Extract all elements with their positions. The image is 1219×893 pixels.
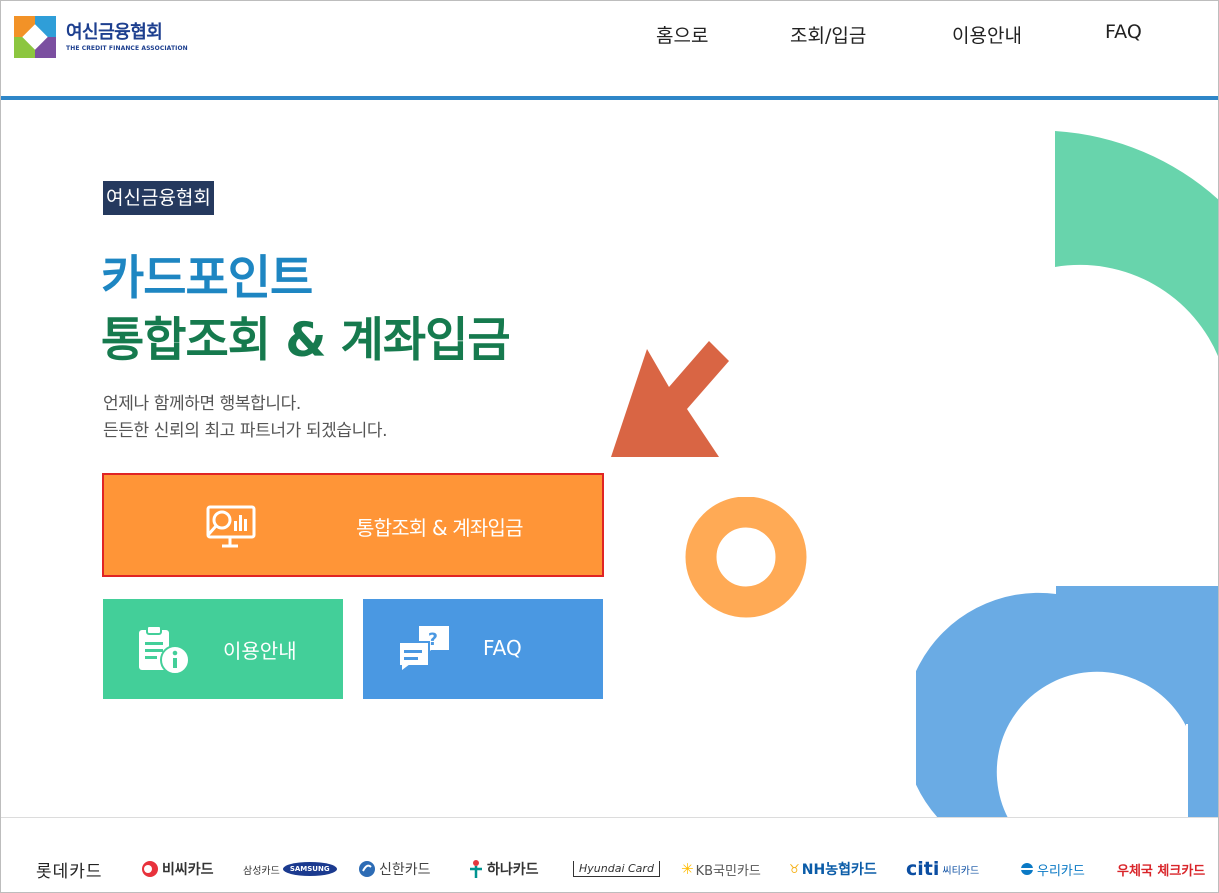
arrow-icon xyxy=(611,341,729,457)
partner-woori[interactable]: 우리카드 xyxy=(1020,849,1085,889)
woori-logo-icon xyxy=(1021,863,1033,875)
partner-shinhan[interactable]: 신한카드 xyxy=(358,849,431,889)
chat-question-icon: ? xyxy=(398,626,449,674)
hana-logo-icon xyxy=(470,860,482,878)
faq-label: FAQ xyxy=(483,636,522,660)
green-quarter-ring xyxy=(1055,131,1218,357)
partner-logos: 롯데카드 비씨카드 삼성카드 SAMSUNG 신한카드 하나카드 Hyundai… xyxy=(1,849,1218,889)
hero-title-line2: 통합조회 & 계좌입금 xyxy=(101,313,511,368)
hero-badge: 여신금융협회 xyxy=(103,181,214,215)
nav-guide[interactable]: 이용안내 xyxy=(952,21,1022,49)
hero-desc-line2: 든든한 신뢰의 최고 파트너가 되겠습니다. xyxy=(103,421,388,441)
hero-title-line1: 카드포인트 xyxy=(101,251,313,306)
page-frame: 여신금융협회 THE CREDIT FINANCE ASSOCIATION 홈으… xyxy=(0,0,1219,893)
bc-logo-icon xyxy=(142,861,158,877)
nav-inquiry-deposit[interactable]: 조회/입금 xyxy=(790,21,866,49)
partner-epost[interactable]: 우체국 체크카드 xyxy=(1117,849,1205,889)
inquiry-deposit-label: 통합조회 & 계좌입금 xyxy=(356,516,524,540)
logo-subtitle: THE CREDIT FINANCE ASSOCIATION xyxy=(66,44,188,52)
partner-citi[interactable]: citi 씨티카드 xyxy=(906,849,979,889)
shinhan-logo-icon xyxy=(359,861,375,877)
partner-hyundai[interactable]: Hyundai Card xyxy=(573,849,660,889)
orange-ring xyxy=(685,497,807,618)
partner-samsung[interactable]: 삼성카드 SAMSUNG xyxy=(243,849,337,889)
logo-title: 여신금융협회 xyxy=(66,21,163,43)
citi-logo-icon: citi xyxy=(906,858,940,880)
presentation-search-icon xyxy=(206,505,256,548)
site-header: 여신금융협회 THE CREDIT FINANCE ASSOCIATION 홈으… xyxy=(1,1,1218,97)
partner-kb[interactable]: ✳ KB국민카드 xyxy=(681,849,761,889)
blue-partial-ring xyxy=(916,586,1218,818)
samsung-logo-icon: SAMSUNG xyxy=(282,862,337,876)
inquiry-deposit-button[interactable]: 통합조회 & 계좌입금 xyxy=(102,473,604,577)
logo-mark-icon xyxy=(14,16,56,58)
kb-star-icon: ✳ xyxy=(681,860,694,878)
clipboard-info-icon xyxy=(139,625,190,675)
faq-button[interactable]: ? FAQ xyxy=(363,599,603,699)
partner-nh[interactable]: ♉ NH농협카드 xyxy=(789,849,877,889)
nh-logo-icon: ♉ xyxy=(789,862,800,876)
partner-bc[interactable]: 비씨카드 xyxy=(141,849,214,889)
partner-hana[interactable]: 하나카드 xyxy=(468,849,539,889)
footer-divider xyxy=(1,817,1218,818)
hero-desc-line1: 언제나 함께하면 행복합니다. xyxy=(103,394,301,414)
header-divider xyxy=(1,96,1218,100)
guide-label: 이용안내 xyxy=(223,639,297,663)
partner-lotte[interactable]: 롯데카드 xyxy=(36,849,103,889)
nav-faq[interactable]: FAQ xyxy=(1105,21,1142,49)
site-logo[interactable]: 여신금융협회 THE CREDIT FINANCE ASSOCIATION xyxy=(14,14,194,60)
nav-home[interactable]: 홈으로 xyxy=(656,21,708,49)
guide-button[interactable]: 이용안내 xyxy=(103,599,343,699)
